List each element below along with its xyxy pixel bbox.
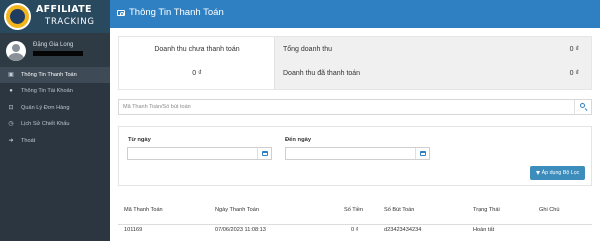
calendar-icon [262,151,268,156]
table-row[interactable]: 101169 07/06/2023 11:08:13 0 ₫ d23423434… [118,227,592,241]
redacted-user-info [33,51,83,56]
total-revenue-label: Tổng doanh thu [283,46,333,53]
sidebar-item-label: Thông Tin Tài Khoản [21,88,73,95]
sidebar-item-label: Quản Lý Đơn Hàng [21,104,70,111]
logo-text-tracking: TRACKING [45,17,95,27]
to-date-picker-button[interactable] [415,148,429,159]
date-filter-panel: Từ ngày Đến ngày Áp dụng Bộ Lọc [118,126,592,186]
logo-badge-icon [4,3,31,30]
column-header-note: Ghi Chú [539,207,560,213]
apply-filter-button[interactable]: Áp dụng Bộ Lọc [530,166,585,180]
cart-icon: ⊡ [8,104,14,111]
paid-revenue-label: Doanh thu đã thanh toán [283,70,361,77]
sidebar-item-label: Thông Tin Thanh Toán [21,72,77,78]
unpaid-revenue-card: Doanh thu chưa thanh toán 0 ₫ [119,37,275,89]
user-name: Đặng Gia Long [33,42,74,48]
cell-amount: 0 ₫ [351,227,359,233]
sidebar-item-payment-info[interactable]: ▣ Thông Tin Thanh Toán [0,67,110,84]
column-header-status: Trạng Thái [473,207,500,213]
logo-text-affiliate: AFFILIATE [36,4,92,15]
logout-icon: ➜ [8,137,14,144]
search-button[interactable] [574,100,591,114]
cell-status: Hoàn tất [473,227,495,233]
total-revenue-value: 0 ₫ [569,46,579,53]
id-card-icon [117,10,125,16]
sidebar-menu: ▣ Thông Tin Thanh Toán ● Thông Tin Tài K… [0,67,110,149]
search-input[interactable] [119,100,574,114]
apply-filter-label: Áp dụng Bộ Lọc [541,170,580,176]
unpaid-revenue-label: Doanh thu chưa thanh toán [154,46,240,53]
to-date-field [285,147,430,160]
sidebar: AFFILIATE TRACKING Đặng Gia Long ▣ Thông… [0,0,110,241]
to-date-input[interactable] [286,148,414,159]
sidebar-item-label: Thoát [21,137,36,144]
table-header: Mã Thanh Toán Ngày Thanh Toán Số Tiền Số… [118,207,592,221]
sidebar-item-discount-history[interactable]: ◷ Lịch Sử Chiết Khấu [0,116,110,132]
history-icon: ◷ [8,121,14,128]
from-date-picker-button[interactable] [257,148,271,159]
avatar [6,41,26,61]
user-icon: ● [9,88,13,95]
logo[interactable]: AFFILIATE TRACKING [0,0,110,33]
cell-entry-number: d23423434234 [384,227,422,233]
cell-payment-id: 101169 [124,227,143,233]
from-date-input[interactable] [128,148,256,159]
sidebar-item-logout[interactable]: ➜ Thoát [0,133,110,149]
page-title: Thông Tin Thanh Toán [129,7,224,18]
from-date-field [127,147,272,160]
calendar-icon [420,151,426,156]
search-icon [580,103,585,108]
column-header-payment-date: Ngày Thanh Toán [215,207,259,213]
unpaid-revenue-value: 0 ₫ [192,70,202,77]
revenue-summary: Doanh thu chưa thanh toán 0 ₫ Tổng doanh… [118,36,592,90]
search-bar [118,99,592,115]
user-panel: Đặng Gia Long [0,33,110,67]
table-divider [118,224,592,225]
column-header-entry-number: Số Bút Toán [384,207,415,213]
sidebar-item-orders[interactable]: ⊡ Quản Lý Đơn Hàng [0,100,110,116]
page-header: Thông Tin Thanh Toán [110,0,600,28]
paid-revenue-value: 0 ₫ [569,70,579,77]
sidebar-item-label: Lịch Sử Chiết Khấu [21,121,70,128]
column-header-amount: Số Tiền [344,207,363,213]
to-date-label: Đến ngày [285,137,312,143]
cell-payment-date: 07/06/2023 11:08:13 [215,227,266,233]
sidebar-item-account-info[interactable]: ● Thông Tin Tài Khoản [0,83,110,99]
id-card-icon: ▣ [8,72,14,78]
filter-icon [535,170,540,175]
column-header-payment-id: Mã Thanh Toán [124,207,163,213]
from-date-label: Từ ngày [128,137,151,143]
